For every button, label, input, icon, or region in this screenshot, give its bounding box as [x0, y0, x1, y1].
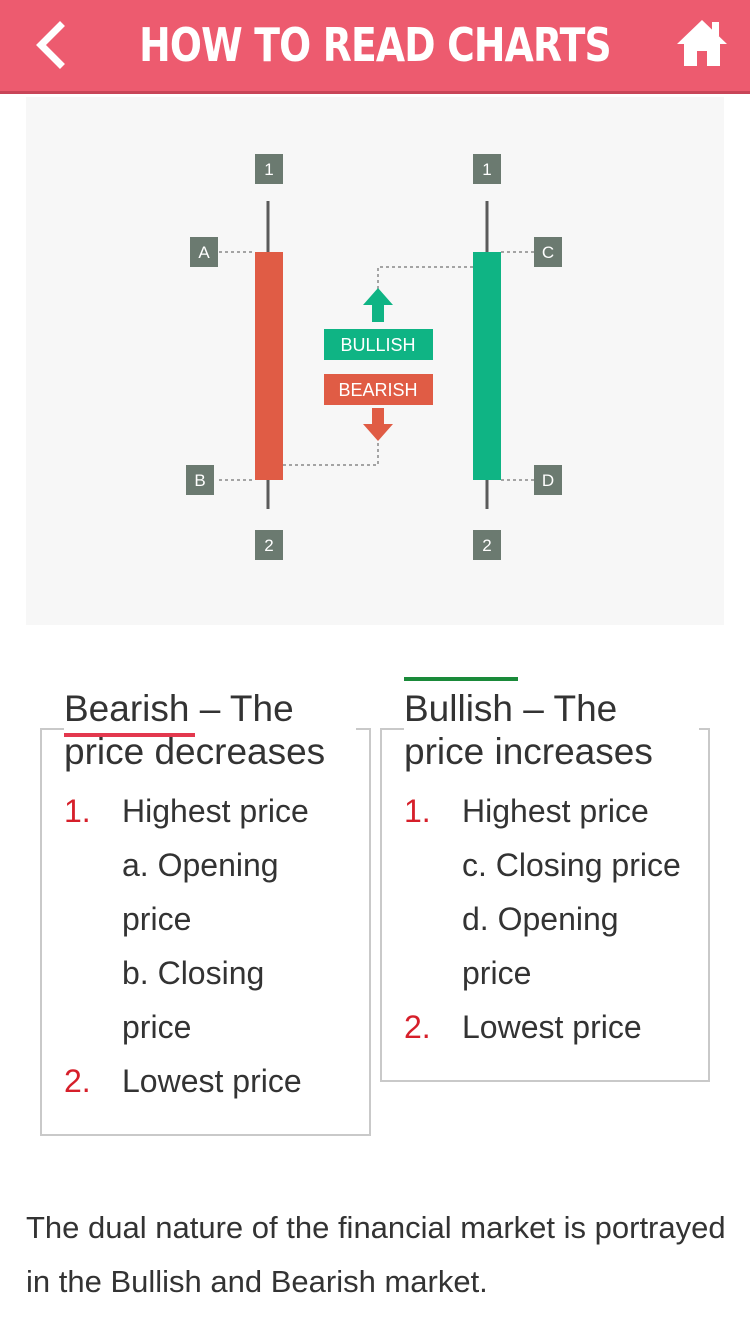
app-header: HOW TO READ CHARTS [0, 0, 750, 94]
marker-a: A [198, 243, 210, 262]
bearish-list: 1. Highest price a. Opening price b. Clo… [64, 793, 309, 1099]
list-item: price [122, 1009, 192, 1045]
marker-b: B [194, 471, 205, 490]
list-item: c. Closing price [462, 847, 681, 883]
marker-1-right: 1 [482, 160, 491, 179]
marker-2-right: 2 [482, 536, 491, 555]
up-arrow-icon [363, 288, 393, 322]
list-item: price [462, 955, 532, 991]
list-item: b. Closing [122, 955, 265, 991]
bullish-heading: Bullish – The price increases [404, 687, 699, 773]
bearish-label: BEARISH [338, 380, 417, 400]
bearish-heading: Bearish – The price decreases [64, 687, 356, 773]
list-item: d. Opening [462, 901, 619, 937]
list-item: a. Opening [122, 847, 279, 883]
marker-1-left: 1 [264, 160, 273, 179]
page-title: HOW TO READ CHARTS [139, 18, 611, 72]
bullish-candle-body [473, 252, 501, 480]
marker-c: C [542, 243, 554, 262]
bullish-overline [404, 677, 518, 681]
bearish-candle-body [255, 252, 283, 480]
list-item: price [122, 901, 192, 937]
home-button[interactable] [674, 16, 730, 72]
marker-d: D [542, 471, 554, 490]
home-icon [677, 20, 727, 66]
bullish-label: BULLISH [340, 335, 415, 355]
bullish-list: 1. Highest price c. Closing price d. Ope… [404, 793, 681, 1045]
marker-2-left: 2 [264, 536, 273, 555]
bearish-underline [64, 733, 195, 737]
description-paragraph: The dual nature of the financial market … [26, 1210, 726, 1299]
candlestick-diagram: BULLISH BEARISH 1 1 2 2 A B C D [26, 97, 724, 625]
down-arrow-icon [363, 408, 393, 441]
